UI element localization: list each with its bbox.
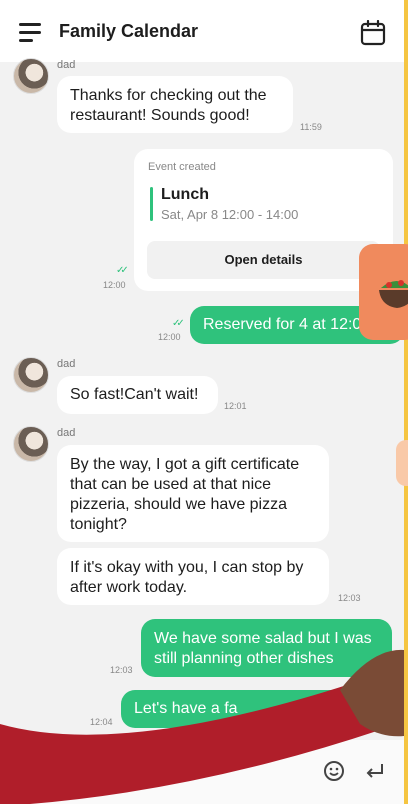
message-time: 11:59 — [300, 122, 322, 132]
enter-icon[interactable] — [363, 760, 385, 782]
salad-bowl-icon[interactable] — [359, 244, 408, 340]
sender-name: dad — [57, 358, 76, 370]
sender-name: dad — [57, 427, 76, 439]
message-bubble-outgoing[interactable]: We have some salad but I was still plann… — [141, 619, 392, 677]
message-bubble-outgoing[interactable]: Let's have a fa — [121, 690, 393, 728]
message-time: 12:03 — [338, 593, 361, 603]
message-time: 12:00 — [103, 280, 126, 290]
page-title: Family Calendar — [59, 21, 199, 41]
event-time: Sat, Apr 8 12:00 - 14:00 — [161, 207, 299, 222]
message-bubble[interactable]: By the way, I got a gift certificate tha… — [57, 445, 329, 542]
app-header: Family Calendar — [0, 0, 404, 62]
message-bubble[interactable]: So fast!Can't wait! — [57, 376, 218, 414]
message-time: 12:01 — [224, 401, 247, 411]
message-bubble[interactable]: If it's okay with you, I can stop by aft… — [57, 548, 329, 605]
message-input[interactable] — [16, 752, 310, 788]
menu-icon[interactable] — [19, 23, 43, 43]
right-edge-strip — [404, 0, 408, 804]
emoji-icon[interactable] — [323, 760, 345, 782]
event-title: Lunch — [161, 186, 209, 203]
open-details-button[interactable]: Open details — [147, 241, 380, 279]
message-time: 12:00 — [158, 332, 181, 342]
decorative-shape — [396, 440, 408, 486]
event-label: Event created — [148, 161, 216, 173]
message-bubble[interactable]: Thanks for checking out the restaurant! … — [57, 76, 293, 133]
read-check-icon: ✓✓ — [172, 318, 185, 329]
avatar[interactable] — [13, 426, 49, 462]
message-time: 12:04 — [90, 717, 113, 727]
message-time: 12:03 — [110, 665, 133, 675]
sender-name: dad — [57, 59, 76, 71]
calendar-icon[interactable] — [360, 19, 386, 46]
event-card: Event created Lunch Sat, Apr 8 12:00 - 1… — [134, 149, 393, 291]
event-accent-bar — [150, 187, 153, 221]
read-check-icon: ✓✓ — [116, 265, 129, 276]
avatar[interactable] — [13, 357, 49, 393]
avatar[interactable] — [13, 58, 49, 94]
